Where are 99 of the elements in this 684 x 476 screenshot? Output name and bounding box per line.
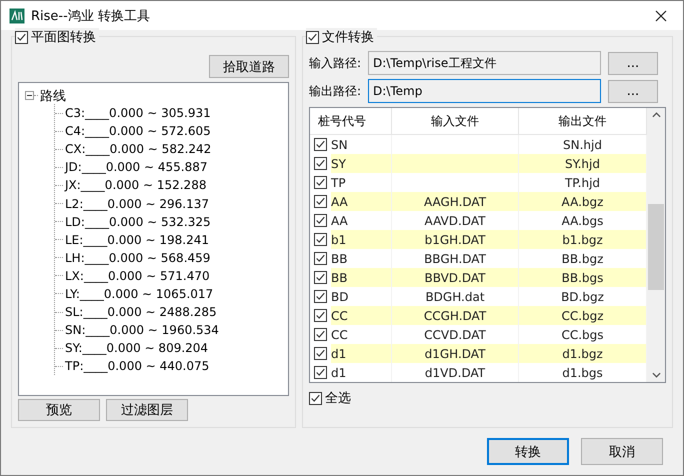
tree-item[interactable]: TP:____0.000 ~ 440.075: [65, 359, 210, 374]
table-cell: TP.hjd: [564, 176, 600, 190]
table-cell: AA.bgz: [562, 194, 604, 208]
field-label: 输出路径:: [309, 82, 362, 100]
table-cell: CCGH.DAT: [424, 308, 486, 322]
checkbox[interactable]: [314, 328, 327, 341]
tree-item[interactable]: LH:____0.000 ~ 568.459: [65, 250, 210, 265]
app-icon: [9, 8, 25, 24]
checkbox[interactable]: [314, 195, 327, 208]
checkbox[interactable]: [314, 214, 327, 227]
toolbar-button[interactable]: 预览: [18, 399, 100, 421]
path-field[interactable]: D:\Temp\rise工程文件: [368, 51, 601, 75]
collapse-icon[interactable]: [25, 91, 34, 100]
window-title: Rise--鸿业 转换工具: [31, 8, 151, 24]
group-label: 文件转换: [322, 29, 374, 46]
checkbox-label: 全选: [325, 390, 351, 407]
tree-item[interactable]: C3:____0.000 ~ 305.931: [65, 106, 211, 120]
checkbox[interactable]: [314, 290, 327, 303]
path-field[interactable]: D:\Temp: [368, 79, 601, 103]
table-cell-text: TP: [331, 174, 347, 192]
group-label: 平面图转换: [31, 29, 96, 46]
scroll-down-icon[interactable]: [652, 372, 660, 378]
pick-road-button[interactable]: 拾取道路: [209, 55, 289, 78]
table-cell: d1.bgs: [562, 366, 603, 380]
tree-item[interactable]: C4:____0.000 ~ 572.605: [65, 124, 211, 138]
checkbox[interactable]: [314, 233, 327, 246]
scrollbar[interactable]: [647, 108, 665, 382]
table-row[interactable]: CC CCGH.DAT CC.bgz: [310, 306, 647, 325]
table-cell: AA: [331, 192, 391, 211]
table-cell: d1GH.DAT: [424, 346, 486, 360]
table-cell: CC: [331, 306, 391, 325]
table-cell: BB.bgs: [562, 270, 604, 284]
table-cell-text: d1: [331, 364, 348, 382]
table-cell: BBVD.DAT: [424, 270, 486, 284]
checkbox[interactable]: [314, 309, 327, 322]
tree-item[interactable]: JD:____0.000 ~ 455.887: [65, 160, 208, 174]
scroll-up-icon[interactable]: [652, 112, 660, 118]
table-cell-text: SN: [331, 136, 349, 154]
table-cell: SN.hjd: [563, 138, 602, 152]
table-cell: AAGH.DAT: [424, 194, 486, 208]
table-cell: AA.bgs: [562, 214, 604, 228]
dialog-button[interactable]: 转换: [487, 438, 569, 465]
table-cell-text: BD: [331, 288, 350, 306]
table-row[interactable]: d1 d1GH.DAT d1.bgz: [310, 344, 647, 363]
table-cell-text: BB: [331, 250, 348, 268]
checkbox[interactable]: [15, 30, 28, 44]
toolbar-button[interactable]: 过滤图层: [106, 399, 188, 421]
tree-item[interactable]: JX:____0.000 ~ 152.288: [65, 178, 206, 192]
tree-item[interactable]: SL:____0.000 ~ 2488.285: [65, 305, 217, 320]
table-cell: BDGH.dat: [425, 290, 485, 304]
field-label: 输入路径:: [309, 54, 362, 72]
browse-button[interactable]: ...: [608, 52, 658, 74]
table-cell: CC.bgs: [561, 328, 604, 342]
table-cell: BBGH.DAT: [424, 252, 486, 266]
tree-item[interactable]: LE:____0.000 ~ 198.241: [65, 232, 209, 247]
checkbox[interactable]: [314, 157, 327, 170]
tree-item[interactable]: LD:____0.000 ~ 532.325: [65, 214, 211, 229]
checkbox[interactable]: [314, 271, 327, 284]
checkbox[interactable]: [309, 392, 322, 404]
checkbox[interactable]: [314, 252, 327, 265]
table-cell: BD.bgz: [561, 290, 604, 304]
checkbox[interactable]: [314, 176, 327, 189]
table-cell: CC.bgz: [561, 308, 604, 322]
column-header[interactable]: 桩号代号: [310, 108, 392, 134]
table-cell-text: CC: [331, 326, 349, 344]
table-cell: BB.bgz: [562, 252, 604, 266]
table-cell: d1.bgz: [562, 346, 603, 360]
tree-item[interactable]: 路线: [40, 86, 66, 104]
tree-item[interactable]: SN:____0.000 ~ 1960.534: [65, 323, 219, 338]
checkbox[interactable]: [306, 30, 319, 44]
table-cell: CCVD.DAT: [424, 328, 486, 342]
tree-item[interactable]: SY:____0.000 ~ 809.204: [65, 341, 208, 356]
table-row[interactable]: AA AAGH.DAT AA.bgz: [310, 192, 647, 211]
table-cell: SY.hjd: [565, 156, 600, 170]
scrollbar-thumb[interactable]: [648, 204, 664, 290]
tree-item[interactable]: LY:____0.000 ~ 1065.017: [65, 286, 214, 301]
table-cell: BB: [331, 268, 391, 287]
close-icon[interactable]: [655, 10, 667, 22]
table-row[interactable]: b1 b1GH.DAT b1.bgz: [310, 230, 647, 249]
table-cell: b1: [331, 230, 391, 249]
dialog-button[interactable]: 取消: [581, 438, 663, 465]
column-header[interactable]: 输入文件: [392, 108, 519, 134]
table-row[interactable]: BB BBVD.DAT BB.bgs: [310, 268, 647, 287]
table-cell: b1GH.DAT: [424, 232, 486, 246]
checkbox[interactable]: [314, 138, 327, 151]
table-cell: AAVD.DAT: [424, 214, 486, 228]
table-row[interactable]: d1 d1VD.DAT d1.bgs: [310, 363, 647, 382]
browse-button[interactable]: ...: [608, 80, 658, 102]
tree-item[interactable]: L2:____0.000 ~ 296.137: [65, 196, 210, 211]
tree-item[interactable]: LX:____0.000 ~ 571.470: [65, 268, 210, 283]
table-cell: d1: [331, 344, 391, 363]
table-cell: SY: [331, 154, 391, 173]
tree-item[interactable]: CX:____0.000 ~ 582.242: [65, 142, 212, 156]
table-cell-text: AA: [331, 212, 349, 230]
checkbox[interactable]: [314, 366, 327, 379]
checkbox[interactable]: [314, 347, 327, 360]
table-cell: b1.bgz: [562, 232, 603, 246]
table-cell: d1VD.DAT: [424, 366, 486, 380]
table-row[interactable]: SY SY.hjd: [310, 154, 647, 173]
